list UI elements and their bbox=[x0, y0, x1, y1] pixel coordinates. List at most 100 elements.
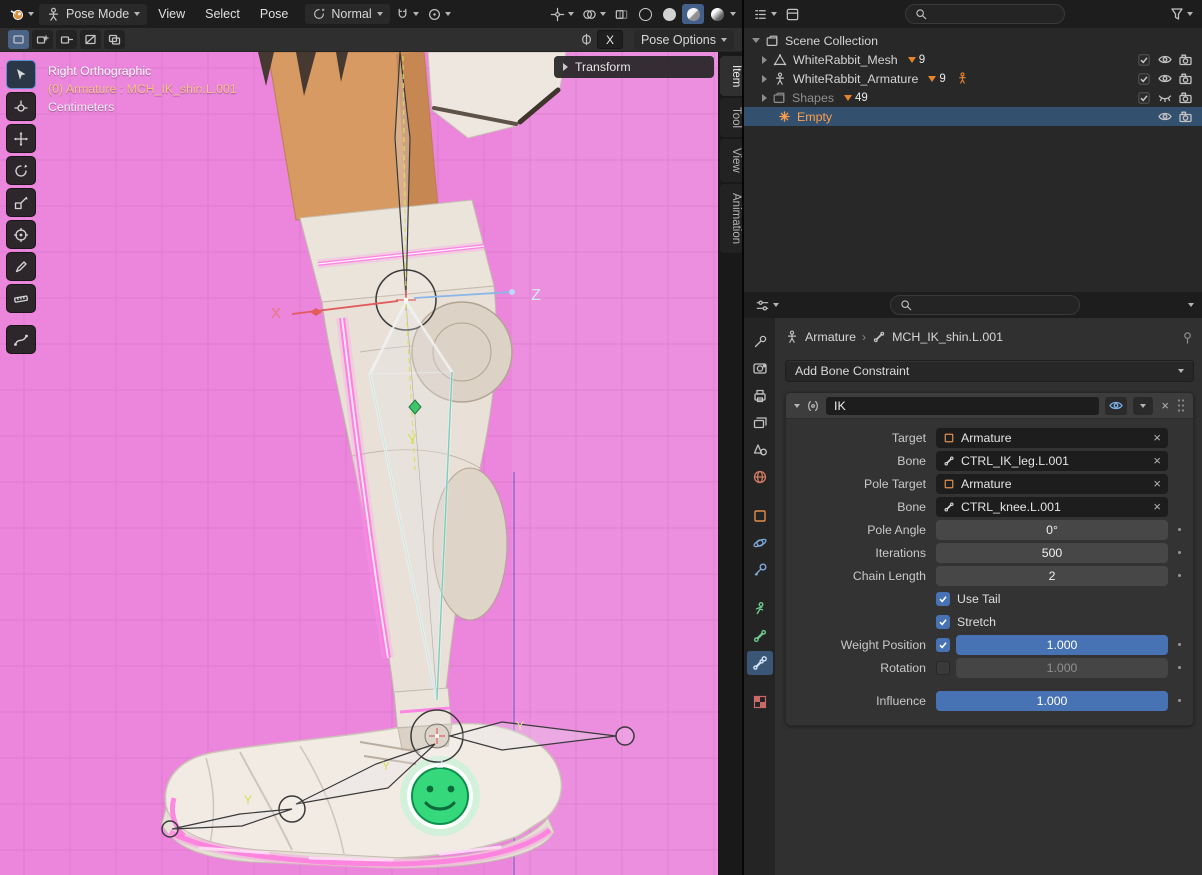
xray-toggle-button[interactable] bbox=[611, 5, 632, 24]
animate-dot[interactable] bbox=[1178, 699, 1181, 702]
show-overlays-button[interactable] bbox=[579, 5, 609, 24]
properties-options-caret[interactable] bbox=[1188, 303, 1194, 307]
weight-position-checkbox[interactable] bbox=[936, 638, 950, 652]
animate-dot[interactable] bbox=[1178, 528, 1181, 531]
outliner-display-mode-button[interactable] bbox=[782, 5, 803, 24]
influence-slider[interactable]: 1.000 bbox=[936, 691, 1168, 711]
outliner-search-input[interactable] bbox=[905, 4, 1065, 24]
drag-handle-icon[interactable] bbox=[1177, 398, 1185, 413]
breadcrumb-object[interactable]: Armature bbox=[805, 330, 856, 344]
properties-search-input[interactable] bbox=[890, 295, 1080, 315]
clear-target-bone-button[interactable]: × bbox=[1151, 454, 1163, 467]
tab-output[interactable] bbox=[747, 384, 773, 408]
transform-panel-collapsed[interactable]: Transform bbox=[554, 56, 714, 78]
selectable-checkbox[interactable] bbox=[1133, 54, 1154, 66]
tab-scene[interactable] bbox=[747, 438, 773, 462]
tweak-select-tool[interactable] bbox=[6, 60, 36, 89]
chain-length-field[interactable]: 2 bbox=[936, 566, 1168, 586]
outliner-row-scene-collection[interactable]: Scene Collection bbox=[744, 31, 1202, 50]
target-bone-field[interactable]: CTRL_IK_leg.L.001 × bbox=[936, 451, 1168, 471]
tab-physics[interactable] bbox=[747, 531, 773, 555]
select-mode-invert-button[interactable] bbox=[80, 30, 101, 49]
menu-view[interactable]: View bbox=[149, 4, 194, 24]
shading-solid-button[interactable] bbox=[658, 4, 680, 24]
mode-dropdown[interactable]: Pose Mode bbox=[39, 4, 147, 25]
hide-viewport-eye-icon[interactable] bbox=[1154, 111, 1175, 122]
cursor-tool[interactable] bbox=[6, 92, 36, 121]
select-mode-new-button[interactable] bbox=[8, 30, 29, 49]
proportional-editing-button[interactable] bbox=[424, 5, 454, 24]
viewport-scene[interactable]: X Z Y Z Z Y Y Y bbox=[0, 52, 718, 875]
tab-texture[interactable] bbox=[747, 690, 773, 714]
tab-view-layer[interactable] bbox=[747, 411, 773, 435]
disable-render-camera-icon[interactable] bbox=[1175, 73, 1196, 85]
clear-pole-bone-button[interactable]: × bbox=[1151, 500, 1163, 513]
move-tool[interactable] bbox=[6, 124, 36, 153]
select-mode-intersect-button[interactable] bbox=[104, 30, 125, 49]
properties-editor-type-button[interactable] bbox=[752, 296, 782, 315]
menu-select[interactable]: Select bbox=[196, 4, 249, 24]
orientation-dropdown[interactable]: Normal bbox=[305, 4, 389, 24]
sidebar-tab-tool[interactable]: Tool bbox=[720, 98, 742, 137]
breakdowner-tool[interactable] bbox=[6, 325, 36, 354]
add-bone-constraint-button[interactable]: Add Bone Constraint bbox=[785, 360, 1194, 382]
constraint-panel-header[interactable]: IK × bbox=[786, 393, 1193, 419]
animate-dot[interactable] bbox=[1178, 643, 1181, 646]
shading-material-button[interactable] bbox=[682, 4, 704, 24]
selectable-checkbox[interactable] bbox=[1133, 92, 1154, 104]
selectable-checkbox[interactable] bbox=[1133, 73, 1154, 85]
tab-tool[interactable] bbox=[747, 330, 773, 354]
outliner-row-whiterabbit-mesh[interactable]: WhiteRabbit_Mesh 9 bbox=[744, 50, 1202, 69]
outliner-editor-type-button[interactable] bbox=[750, 5, 780, 24]
iterations-field[interactable]: 500 bbox=[936, 543, 1168, 563]
clear-target-button[interactable]: × bbox=[1151, 431, 1163, 444]
stretch-checkbox[interactable] bbox=[936, 615, 950, 629]
disclosure-icon[interactable] bbox=[762, 56, 767, 64]
animate-dot[interactable] bbox=[1178, 574, 1181, 577]
weight-position-slider[interactable]: 1.000 bbox=[956, 635, 1168, 655]
pole-bone-field[interactable]: CTRL_knee.L.001 × bbox=[936, 497, 1168, 517]
animate-dot[interactable] bbox=[1178, 666, 1181, 669]
shading-options-caret[interactable] bbox=[730, 12, 736, 16]
rotation-checkbox[interactable] bbox=[936, 661, 950, 675]
shading-wireframe-button[interactable] bbox=[634, 4, 656, 24]
clear-pole-target-button[interactable]: × bbox=[1151, 477, 1163, 490]
outliner-row-empty[interactable]: Empty bbox=[744, 107, 1202, 126]
sidebar-tab-view[interactable]: View bbox=[720, 139, 742, 182]
target-field[interactable]: Armature × bbox=[936, 428, 1168, 448]
disable-render-camera-icon[interactable] bbox=[1175, 54, 1196, 66]
hidden-closed-eye-icon[interactable] bbox=[1154, 92, 1175, 103]
tab-object-constraints[interactable] bbox=[747, 558, 773, 582]
pole-target-field[interactable]: Armature × bbox=[936, 474, 1168, 494]
constraint-extras-button[interactable] bbox=[1133, 397, 1153, 415]
constraint-enable-eye-button[interactable] bbox=[1105, 397, 1127, 415]
sidebar-tab-item[interactable]: Item bbox=[720, 56, 742, 96]
disclosure-icon[interactable] bbox=[752, 38, 760, 43]
rotate-tool[interactable] bbox=[6, 156, 36, 185]
breadcrumb-bone[interactable]: MCH_IK_shin.L.001 bbox=[892, 330, 1003, 344]
disable-render-camera-icon[interactable] bbox=[1175, 111, 1196, 123]
show-gizmo-button[interactable] bbox=[547, 5, 577, 24]
rotation-slider[interactable]: 1.000 bbox=[956, 658, 1168, 678]
outliner-row-whiterabbit-armature[interactable]: WhiteRabbit_Armature 9 bbox=[744, 69, 1202, 88]
disclosure-icon[interactable] bbox=[762, 75, 767, 83]
editor-type-button[interactable] bbox=[6, 4, 37, 24]
hide-viewport-eye-icon[interactable] bbox=[1154, 73, 1175, 84]
pole-angle-field[interactable]: 0° bbox=[936, 520, 1168, 540]
snap-toggle-button[interactable] bbox=[392, 5, 422, 24]
disclosure-icon[interactable] bbox=[762, 94, 767, 102]
viewport[interactable]: X Z Y Z Z Y Y Y Right Orthographic (0) A… bbox=[0, 52, 742, 875]
tab-bone-constraints[interactable] bbox=[747, 651, 773, 675]
mirror-x-toggle[interactable]: X bbox=[597, 30, 623, 49]
scale-tool[interactable] bbox=[6, 188, 36, 217]
pose-options-dropdown[interactable]: Pose Options bbox=[634, 30, 734, 50]
use-tail-checkbox[interactable] bbox=[936, 592, 950, 606]
tab-render[interactable] bbox=[747, 357, 773, 381]
pin-icon[interactable] bbox=[1181, 331, 1194, 344]
panel-collapse-caret[interactable] bbox=[794, 404, 800, 408]
select-mode-subtract-button[interactable] bbox=[56, 30, 77, 49]
animate-dot[interactable] bbox=[1178, 551, 1181, 554]
constraint-delete-button[interactable]: × bbox=[1159, 399, 1171, 412]
menu-pose[interactable]: Pose bbox=[251, 4, 298, 24]
constraint-name-field[interactable]: IK bbox=[826, 397, 1099, 415]
